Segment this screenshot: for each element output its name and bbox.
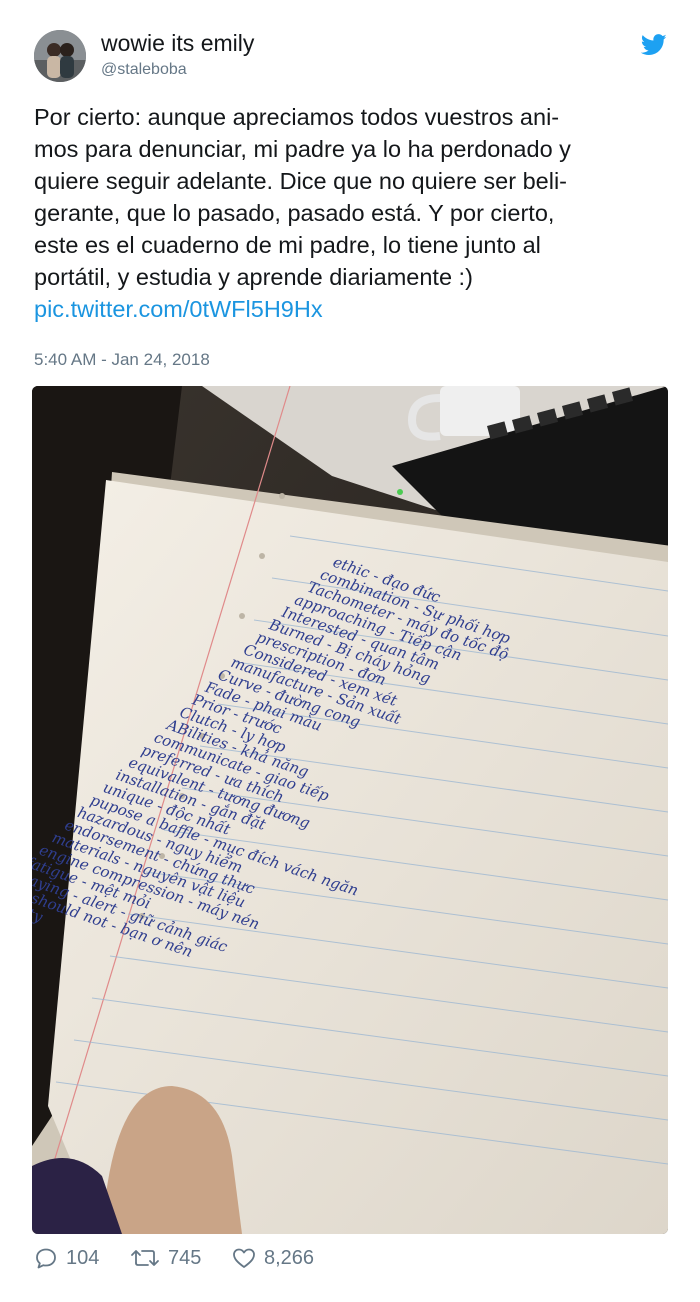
display-name[interactable]: wowie its emily bbox=[101, 30, 254, 57]
reply-icon bbox=[36, 1248, 56, 1269]
reply-count: 104 bbox=[66, 1246, 100, 1269]
tweet-photo[interactable]: ethic - đạo đức combination - Sự phối hợ… bbox=[32, 386, 668, 1234]
retweet-icon bbox=[131, 1250, 159, 1266]
tweet-line: Por cierto: aunque apreciamos todos vues… bbox=[34, 104, 560, 130]
tweet-line: quiere seguir adelante. Dice que no quie… bbox=[34, 168, 567, 194]
avatar[interactable] bbox=[34, 30, 86, 82]
twitter-bird-icon[interactable] bbox=[641, 34, 667, 56]
tweet-actions: 104 745 8,266 bbox=[34, 1243, 674, 1273]
user-handle[interactable]: @staleboba bbox=[101, 61, 187, 79]
tweet-timestamp[interactable]: 5:40 AM - Jan 24, 2018 bbox=[34, 350, 210, 370]
retweet-count: 745 bbox=[168, 1246, 202, 1269]
tweet-line: mos para denunciar, mi padre ya lo ha pe… bbox=[34, 136, 571, 162]
tweet-line: este es el cuaderno de mi padre, lo tien… bbox=[34, 232, 541, 258]
like-button[interactable]: 8,266 bbox=[232, 1243, 314, 1273]
tweet-media-link[interactable]: pic.twitter.com/0tWFl5H9Hx bbox=[34, 293, 674, 325]
heart-icon bbox=[233, 1248, 255, 1268]
tweet-line: portátil, y estudia y aprende diariament… bbox=[34, 264, 473, 290]
tweet-text: Por cierto: aunque apreciamos todos vues… bbox=[34, 101, 674, 325]
reply-button[interactable]: 104 bbox=[34, 1243, 99, 1273]
like-count: 8,266 bbox=[264, 1246, 315, 1269]
tweet-line: gerante, que lo pasado, pasado está. Y p… bbox=[34, 200, 555, 226]
retweet-button[interactable]: 745 bbox=[130, 1243, 201, 1273]
